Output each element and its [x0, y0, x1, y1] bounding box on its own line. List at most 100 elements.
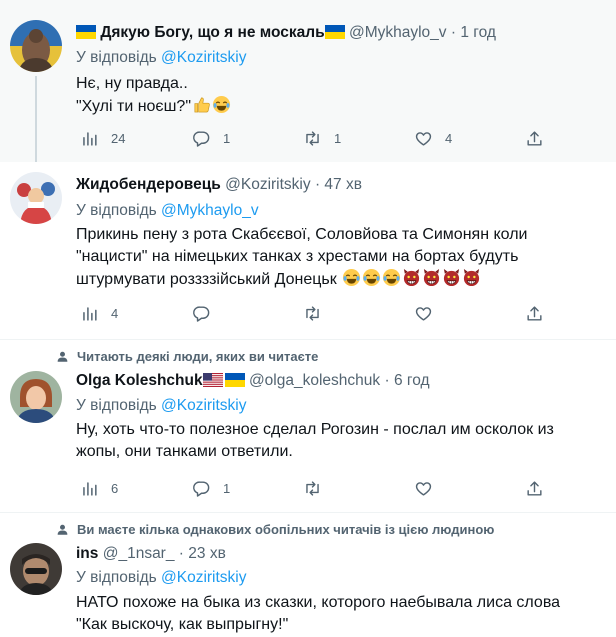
tears-of-joy-emoji-icon [342, 268, 361, 287]
timestamp[interactable]: 47 хв [324, 176, 362, 193]
demon-emoji-icon [463, 268, 480, 287]
tweet-line: "Хулі ти ноєш?" [76, 95, 596, 118]
retweet-icon [306, 480, 319, 496]
retweet-icon [306, 130, 319, 146]
person-icon [57, 351, 68, 362]
dot-separator: · [314, 176, 321, 193]
reply-context: У відповідь @Koziritskiy [76, 569, 247, 587]
tweet-line: "Как выскочу, как выпрыгну!" [76, 616, 289, 633]
avatar[interactable] [10, 371, 62, 423]
like-button[interactable] [414, 477, 433, 499]
author-handle[interactable]: @_1nsar_ [103, 545, 175, 562]
author-handle[interactable]: @Koziritskiy [225, 176, 311, 193]
share-icon [527, 130, 542, 146]
person-icon [57, 524, 68, 535]
timestamp[interactable]: 1 год [460, 24, 496, 41]
analytics-icon [83, 481, 97, 496]
tears-of-joy-emoji-icon [212, 95, 231, 114]
reply-icon [193, 130, 210, 147]
social-context: Ви маєте кілька однакових обопільних чит… [56, 522, 494, 537]
reply-count: 1 [223, 130, 231, 146]
like-icon [415, 131, 432, 146]
tweet-text: НАТО похоже на быка из сказки, которого … [76, 592, 596, 636]
tweet-header: Жидобендеровець @Koziritskiy · 47 хв [76, 176, 362, 194]
dot-separator: · [384, 372, 390, 389]
action-bar: 24 1 1 4 [76, 127, 576, 149]
author-handle[interactable]: @Mykhaylo_v [349, 24, 447, 41]
retweet-icon [306, 305, 319, 321]
ukraine-flag-icon [324, 25, 345, 39]
share-icon [527, 305, 542, 321]
tweet-line: жопы, они танками ответили. [76, 443, 293, 460]
demon-emoji-icon [423, 268, 440, 287]
like-button[interactable]: 4 [414, 127, 452, 149]
timestamp[interactable]: 23 хв [188, 545, 226, 562]
author-name[interactable]: ins [76, 545, 98, 562]
dot-separator: · [450, 24, 457, 41]
reply-mention-link[interactable]: @Koziritskiy [161, 49, 247, 66]
author-handle[interactable]: @olga_koleshchuk [249, 372, 380, 389]
tweet-header: ins @_1nsar_ · 23 хв [76, 545, 226, 563]
views-count: 24 [111, 130, 126, 146]
demon-emoji-icon [403, 268, 420, 287]
reply-context: У відповідь @Koziritskiy [76, 397, 247, 415]
reply-mention-link[interactable]: @Koziritskiy [161, 569, 247, 586]
reply-prefix: У відповідь [76, 202, 157, 219]
share-button[interactable] [525, 127, 544, 149]
tweet-1[interactable]: Дякую Богу, що я не москаль @Mykhaylo_v … [0, 0, 616, 162]
avatar[interactable] [10, 20, 62, 72]
tears-of-joy-emoji-icon [362, 268, 381, 287]
analytics-icon [83, 131, 97, 146]
tweet-header: Olga Koleshchuk @olga_koleshchuk · 6 год [76, 372, 430, 390]
tweet-4[interactable]: Ви маєте кілька однакових обопільних чит… [0, 512, 616, 637]
views-button[interactable]: 4 [80, 302, 118, 324]
like-button[interactable] [414, 302, 433, 324]
author-name[interactable]: Жидобендеровець [76, 176, 221, 193]
views-button[interactable]: 6 [80, 477, 118, 499]
avatar[interactable] [10, 543, 62, 595]
ukraine-flag-icon [224, 373, 245, 387]
tweet-text: Прикинь пену з рота Скабєєвої, Соловйова… [76, 224, 596, 291]
tweet-text: Ну, хоть что-то полезное сделал Рогозин … [76, 419, 596, 463]
tweet-2[interactable]: Жидобендеровець @Koziritskiy · 47 хв У в… [0, 162, 616, 339]
author-name[interactable]: Дякую Богу, що я не москаль [100, 24, 324, 41]
tweet-line: Прикинь пену з рота Скабєєвої, Соловйова… [76, 226, 528, 243]
reply-button[interactable]: 1 [192, 477, 230, 499]
reply-prefix: У відповідь [76, 49, 157, 66]
tweet-line: НАТО похоже на быка из сказки, которого … [76, 594, 561, 611]
share-button[interactable] [525, 302, 544, 324]
dot-separator: · [178, 545, 184, 562]
tweet-text: Нє, ну правда.. "Хулі ти ноєш?" [76, 73, 596, 118]
timestamp[interactable]: 6 год [394, 372, 430, 389]
reply-count: 1 [223, 480, 231, 496]
views-button[interactable]: 24 [80, 127, 125, 149]
tweet-header: Дякую Богу, що я не москаль @Mykhaylo_v … [76, 24, 496, 42]
reply-context: У відповідь @Mykhaylo_v [76, 202, 259, 220]
reply-icon [193, 480, 210, 497]
like-icon [415, 481, 432, 496]
views-count: 4 [111, 305, 119, 321]
retweet-button[interactable] [303, 477, 322, 499]
retweet-button[interactable]: 1 [303, 127, 341, 149]
tweet-line: штурмувати рoззззійський Донецьк [76, 268, 596, 291]
reply-mention-link[interactable]: @Mykhaylo_v [161, 202, 259, 219]
reply-button[interactable] [192, 302, 211, 324]
action-bar: 4 [76, 302, 576, 324]
share-icon [527, 480, 542, 496]
reply-button[interactable]: 1 [192, 127, 230, 149]
ukraine-flag-icon [76, 25, 96, 39]
tweet-3[interactable]: Читають деякі люди, яких ви читаєте Olga… [0, 339, 616, 512]
action-bar: 6 1 [76, 477, 576, 499]
tears-of-joy-emoji-icon [382, 268, 401, 287]
reply-prefix: У відповідь [76, 569, 157, 586]
social-context: Читають деякі люди, яких ви читаєте [56, 349, 318, 364]
share-button[interactable] [525, 477, 544, 499]
avatar[interactable] [10, 172, 62, 224]
thumbs-up-emoji-icon [194, 97, 210, 113]
tweet-line: "нацисти" на німецьких танках з хрестами… [76, 248, 519, 265]
reply-icon [193, 305, 210, 322]
reply-mention-link[interactable]: @Koziritskiy [161, 397, 247, 414]
author-name[interactable]: Olga Koleshchuk [76, 372, 203, 389]
tweet-line: Ну, хоть что-то полезное сделал Рогозин … [76, 421, 554, 438]
retweet-button[interactable] [303, 302, 322, 324]
